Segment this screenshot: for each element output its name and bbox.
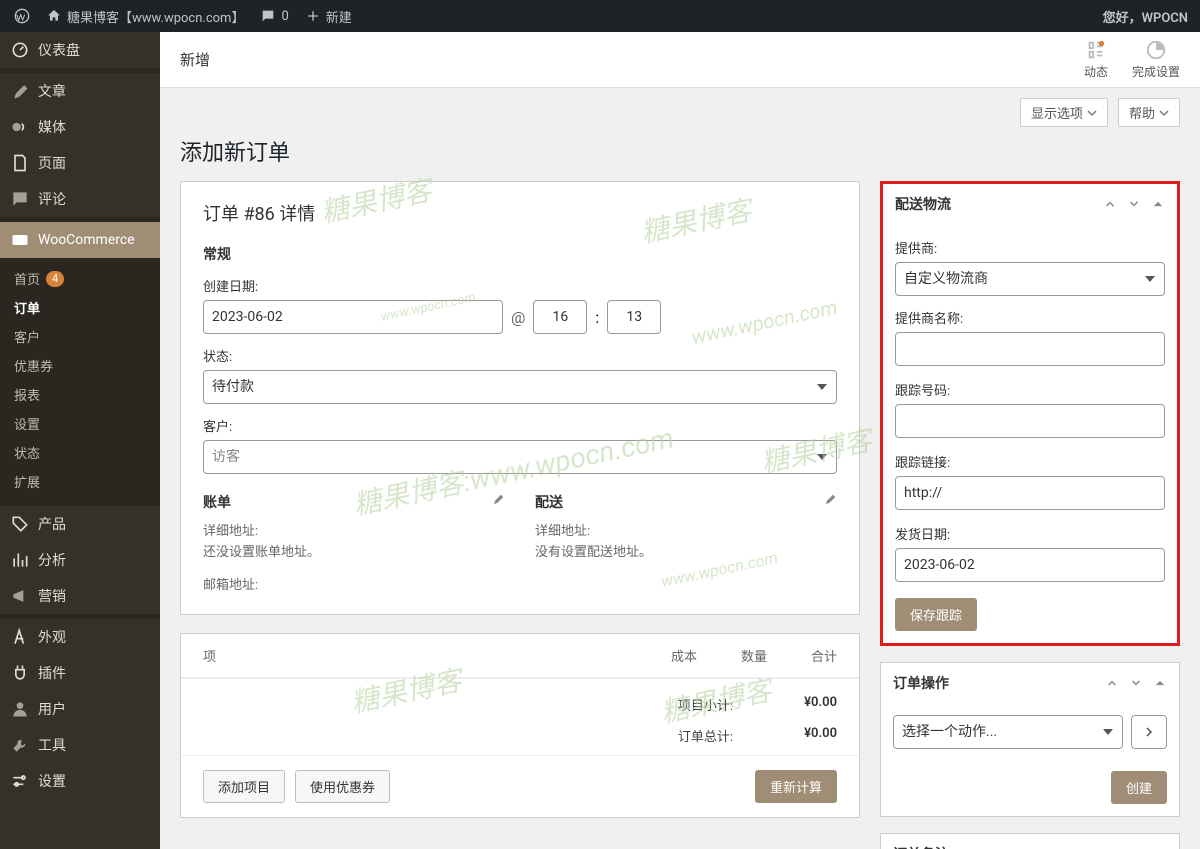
general-section-label: 常规 [203,244,837,264]
create-order-button[interactable]: 创建 [1111,771,1167,804]
provider-select[interactable]: 自定义物流商 [895,262,1165,296]
billing-addr-none: 还没设置账单地址。 [203,545,320,560]
add-item-button[interactable]: 添加项目 [203,770,285,803]
shipping-heading: 配送 [535,492,563,512]
activity-panel[interactable]: 动态 [1084,39,1108,80]
order-items-box: 项 成本 数量 合计 项目小计:¥0.00 订单总计:¥0.00 添加项目 使用… [180,633,860,818]
submenu-settings[interactable]: 设置 [0,409,160,438]
menu-pages[interactable]: 页面 [0,145,160,181]
shipment-tracking-metabox: 配送物流 提供商: 自定义物流商 提供商名称: 跟踪号码: [880,181,1180,646]
col-cost: 成本 [627,646,697,665]
use-coupon-button[interactable]: 使用优惠券 [295,770,390,803]
col-item: 项 [203,646,627,665]
minute-input[interactable] [607,300,661,334]
menu-woocommerce[interactable]: WooCommerce [0,222,160,258]
run-action-button[interactable] [1131,715,1167,749]
comments-link[interactable]: 0 [252,0,296,32]
menu-marketing[interactable]: 营销 [0,578,160,614]
save-tracking-button[interactable]: 保存跟踪 [895,598,977,631]
admin-sidebar: 仪表盘 文章 媒体 页面 评论 WooCommerce 首页4 订单 客户 优惠… [0,32,160,849]
tracking-number-label: 跟踪号码: [895,380,1165,399]
col-total: 合计 [767,646,837,665]
menu-products[interactable]: 产品 [0,506,160,542]
provider-name-label: 提供商名称: [895,308,1165,327]
chevron-down-icon[interactable] [1129,676,1143,690]
menu-tools[interactable]: 工具 [0,727,160,763]
total-value: ¥0.00 [757,726,837,745]
provider-name-input[interactable] [895,332,1165,366]
edit-billing-icon[interactable] [491,493,505,511]
chevron-up-icon[interactable] [1105,676,1119,690]
site-name[interactable]: 糖果博客【www.wpocn.com】 [38,0,252,32]
date-created-label: 创建日期: [203,276,837,295]
submenu-customers[interactable]: 客户 [0,322,160,351]
at-symbol: @ [511,308,525,327]
tracking-url-input[interactable] [895,476,1165,510]
menu-plugins[interactable]: 插件 [0,655,160,691]
new-content[interactable]: 新建 [297,0,360,32]
page-header: 新增 动态 完成设置 [160,32,1200,88]
tracking-number-input[interactable] [895,404,1165,438]
order-notes-title: 订单备注 [893,844,949,849]
billing-addr-label: 详细地址: [203,524,258,539]
order-actions-title: 订单操作 [893,673,949,693]
menu-posts[interactable]: 文章 [0,73,160,109]
status-select[interactable]: 待付款 [203,370,837,404]
edit-shipping-icon[interactable] [823,493,837,511]
tracking-title: 配送物流 [895,194,951,214]
order-title: 订单 #86 详情 [203,200,837,226]
chevron-down-icon[interactable] [1127,197,1141,211]
order-actions-metabox: 订单操作 选择一个动作... 创建 [880,662,1180,817]
status-label: 状态: [203,346,837,365]
menu-comments[interactable]: 评论 [0,181,160,217]
submenu-coupons[interactable]: 优惠券 [0,351,160,380]
hour-input[interactable] [533,300,587,334]
menu-analytics[interactable]: 分析 [0,542,160,578]
ship-date-label: 发货日期: [895,524,1165,543]
menu-appearance[interactable]: 外观 [0,619,160,655]
customer-label: 客户: [203,416,837,435]
submenu-home[interactable]: 首页4 [0,264,160,293]
order-notes-metabox: 订单备注 [880,833,1180,849]
order-details-box: 订单 #86 详情 常规 创建日期: @ : 状态: 待付款 客户: 访客 [180,181,860,615]
recalculate-button[interactable]: 重新计算 [755,770,837,803]
submenu-reports[interactable]: 报表 [0,380,160,409]
submenu-status[interactable]: 状态 [0,438,160,467]
ship-date-input[interactable] [895,548,1165,582]
submenu-extensions[interactable]: 扩展 [0,467,160,496]
order-action-select[interactable]: 选择一个动作... [893,715,1123,749]
col-qty: 数量 [697,646,767,665]
submenu-woocommerce: 首页4 订单 客户 优惠券 报表 设置 状态 扩展 [0,258,160,506]
wp-logo[interactable] [6,0,38,32]
customer-select[interactable]: 访客 [203,440,837,474]
help-toggle[interactable]: 帮助 [1118,98,1180,127]
email-label: 邮箱地址: [203,578,258,593]
time-sep: : [595,308,599,327]
page-header-title: 新增 [180,49,210,70]
greeting[interactable]: 您好，WPOCN [1103,7,1200,26]
admin-topbar: 糖果博客【www.wpocn.com】 0 新建 您好，WPOCN [0,0,1200,32]
menu-users[interactable]: 用户 [0,691,160,727]
page-title: 添加新订单 [180,131,1180,181]
chevron-up-icon[interactable] [1103,197,1117,211]
submenu-orders[interactable]: 订单 [0,293,160,322]
provider-label: 提供商: [895,238,1165,257]
screen-options-toggle[interactable]: 显示选项 [1020,98,1108,127]
setup-panel[interactable]: 完成设置 [1132,39,1180,80]
billing-heading: 账单 [203,492,231,512]
shipping-addr-none: 没有设置配送地址。 [535,545,652,560]
menu-media[interactable]: 媒体 [0,109,160,145]
home-badge: 4 [46,271,64,287]
total-label: 订单总计: [203,726,757,745]
shipping-addr-label: 详细地址: [535,524,590,539]
date-created-input[interactable] [203,300,503,334]
subtotal-label: 项目小计: [203,695,757,714]
subtotal-value: ¥0.00 [757,695,837,714]
caret-up-icon[interactable] [1151,197,1165,211]
menu-dashboard[interactable]: 仪表盘 [0,32,160,68]
menu-settings[interactable]: 设置 [0,763,160,799]
tracking-url-label: 跟踪链接: [895,452,1165,471]
caret-up-icon[interactable] [1153,676,1167,690]
